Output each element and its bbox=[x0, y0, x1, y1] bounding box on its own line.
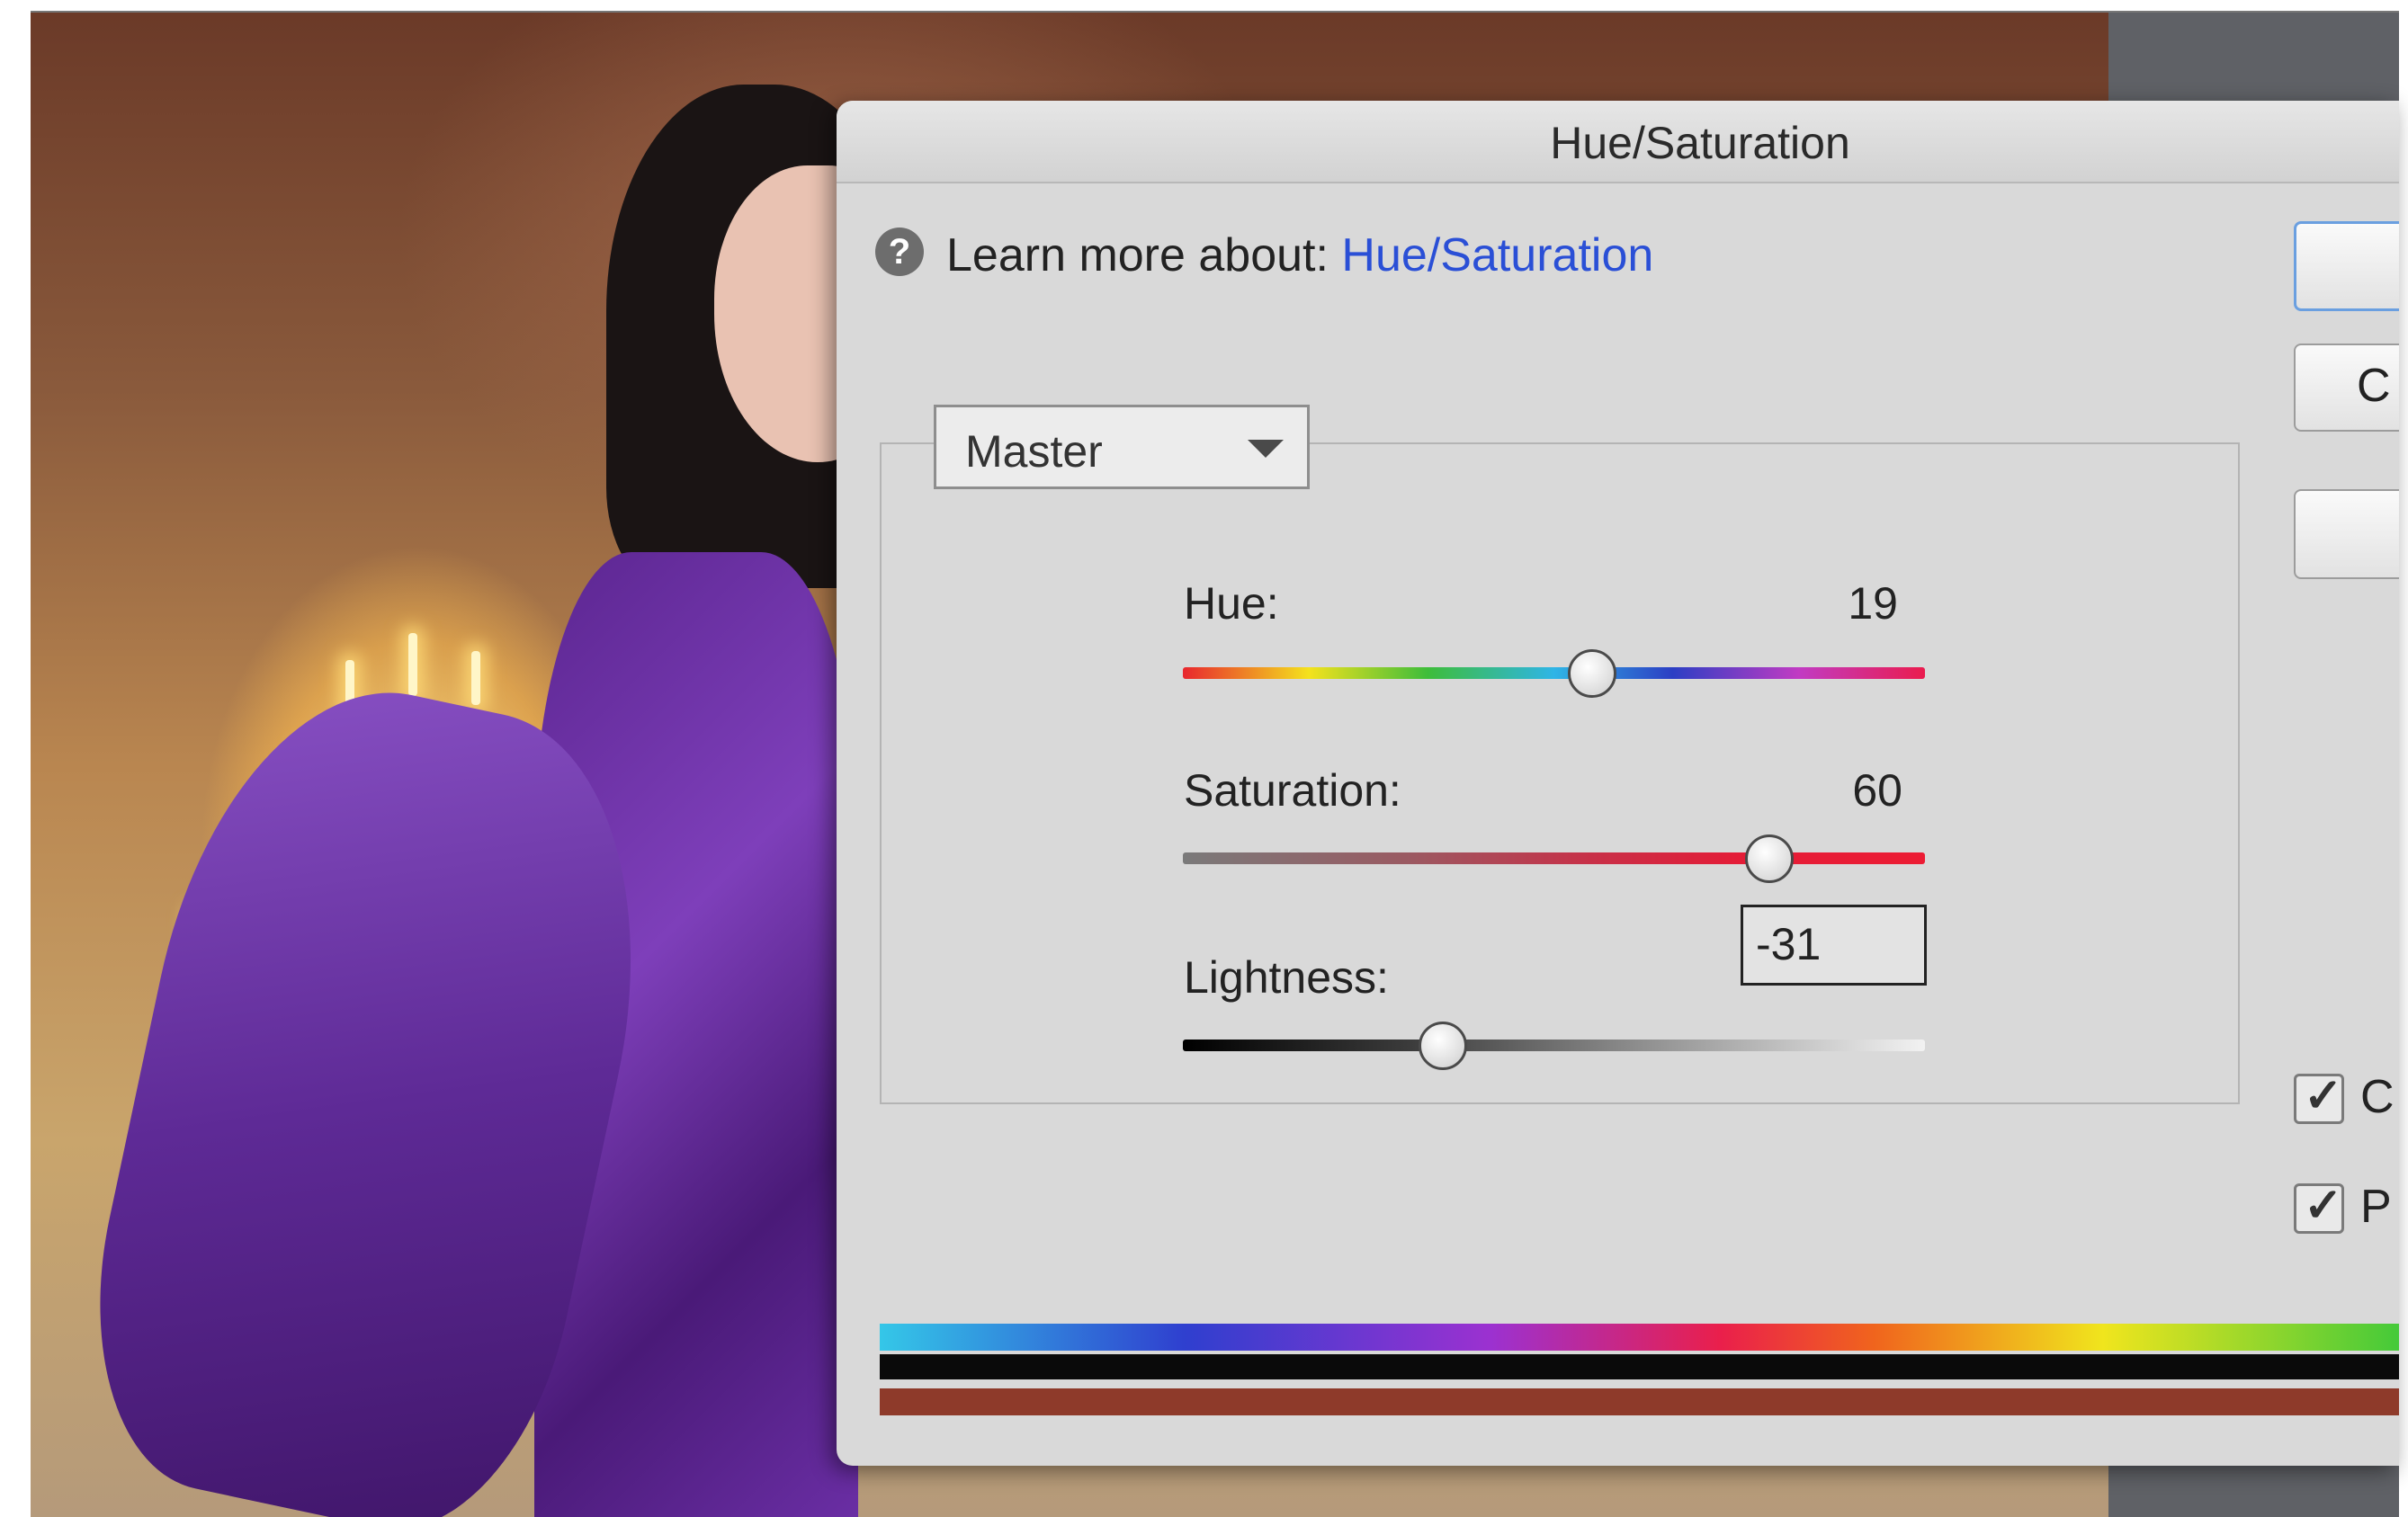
saturation-slider-track[interactable] bbox=[1183, 852, 1925, 864]
colorize-label: C bbox=[2360, 1071, 2395, 1123]
colorize-checkbox[interactable]: ✓ bbox=[2294, 1070, 2344, 1124]
hue-saturation-dialog: Hue/Saturation ? Learn more about: Hue/S… bbox=[837, 101, 2399, 1466]
channel-dropdown-value: Master bbox=[965, 426, 1103, 477]
cancel-button[interactable]: C bbox=[2294, 344, 2399, 432]
chevron-down-icon bbox=[1248, 440, 1284, 458]
preview-label: P bbox=[2360, 1181, 2392, 1233]
checkmark-icon: ✓ bbox=[2304, 1070, 2343, 1122]
saturation-value[interactable]: 60 bbox=[1736, 764, 1902, 817]
hue-label: Hue: bbox=[1184, 578, 1279, 629]
saturation-label: Saturation: bbox=[1184, 765, 1401, 816]
hue-slider-thumb[interactable] bbox=[1567, 648, 1616, 698]
hue-slider-track[interactable] bbox=[1183, 667, 1925, 679]
result-color-bar bbox=[880, 1388, 2399, 1415]
dialog-title: Hue/Saturation bbox=[1550, 118, 1850, 168]
dialog-titlebar[interactable]: Hue/Saturation bbox=[837, 101, 2399, 183]
learn-more-link[interactable]: Hue/Saturation bbox=[1341, 229, 1653, 281]
lightness-label: Lightness: bbox=[1184, 952, 1389, 1003]
checkmark-icon: ✓ bbox=[2304, 1180, 2343, 1232]
lightness-slider-track[interactable] bbox=[1183, 1040, 1925, 1051]
channel-dropdown[interactable]: Master bbox=[934, 405, 1310, 489]
help-icon[interactable]: ? bbox=[875, 228, 924, 276]
candle-light bbox=[408, 633, 417, 696]
saturation-slider-thumb[interactable] bbox=[1744, 834, 1794, 883]
help-button[interactable] bbox=[2294, 489, 2399, 579]
preview-checkbox[interactable]: ✓ bbox=[2294, 1180, 2344, 1234]
candle-light bbox=[471, 651, 480, 705]
learn-more-prefix: Learn more about: bbox=[946, 229, 1342, 281]
ok-button[interactable] bbox=[2294, 221, 2399, 311]
lightness-slider-thumb[interactable] bbox=[1418, 1021, 1467, 1070]
learn-more-text: Learn more about: Hue/Saturation bbox=[946, 228, 1653, 282]
adjusted-color-spectrum bbox=[880, 1354, 2399, 1379]
source-color-spectrum bbox=[880, 1324, 2399, 1351]
adjustment-group bbox=[880, 442, 2240, 1104]
lightness-input[interactable]: -31 bbox=[1741, 905, 1927, 986]
hue-value[interactable]: 19 bbox=[1736, 577, 1898, 629]
